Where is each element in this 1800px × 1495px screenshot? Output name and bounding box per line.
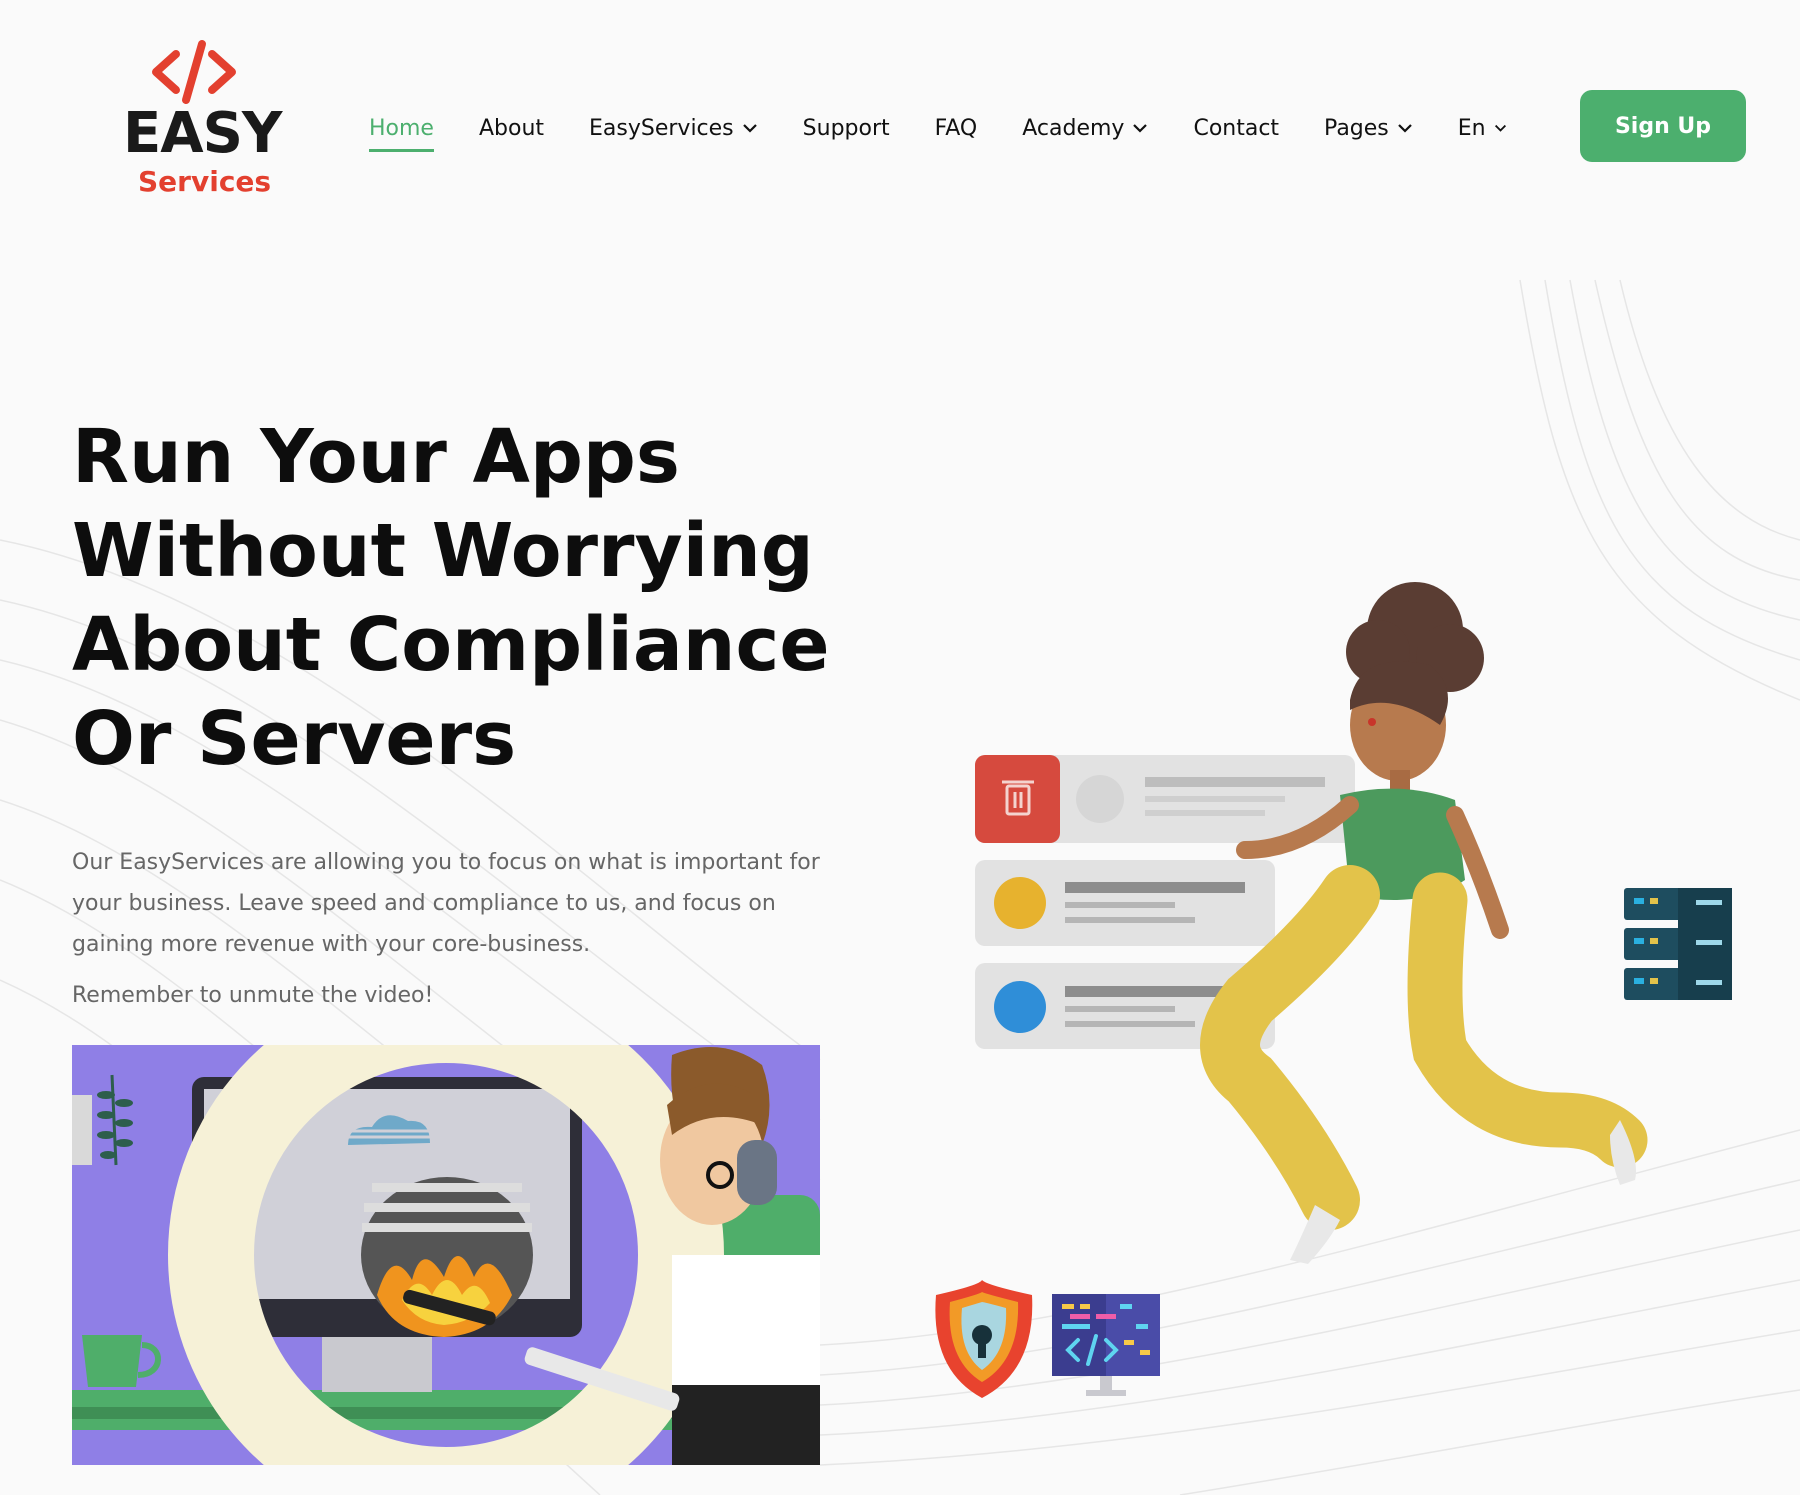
nav-item-language[interactable]: En [1458,108,1507,148]
nav-item-home[interactable]: Home [369,108,434,152]
hero-title-line: Or Servers [72,696,517,782]
hero-illustration [935,582,1732,1398]
hero-title: Run Your Apps Without Worrying About Com… [72,410,832,786]
chevron-down-icon [1133,124,1148,133]
nav-item-support[interactable]: Support [803,108,890,148]
list-card [975,860,1275,946]
nav-item-easyservices[interactable]: EasyServices [589,108,758,148]
nav-item-label: About [478,115,545,141]
chevron-down-icon [742,124,757,133]
hero-note: Remember to unmute the video! [72,983,434,1008]
nav-item-label: FAQ [934,115,978,141]
server-icon [1624,888,1732,1000]
nav-item-label: Support [802,115,890,141]
nav-item-faq[interactable]: FAQ [935,108,978,148]
chevron-down-icon [1494,124,1506,132]
video-frame-illustration [72,1045,820,1465]
logo-brand-sub: Services [138,165,272,198]
chevron-down-icon [1398,124,1412,133]
nav-item-label: Academy [1022,115,1125,141]
main-nav: Home About EasyServices Support FAQ Acad… [369,108,1552,152]
nav-item-label: Contact [1193,115,1280,141]
logo-brand-main: EASY [123,101,282,166]
hero-video[interactable] [72,1045,820,1465]
hero-description: Our EasyServices are allowing you to foc… [72,850,820,957]
nav-item-about[interactable]: About [479,108,544,148]
nav-item-label: EasyServices [589,115,734,141]
nav-item-contact[interactable]: Contact [1193,108,1279,148]
nav-item-label: Home [369,115,434,141]
shield-icon [935,1280,1033,1398]
site-logo[interactable]: EASY Services [120,38,282,203]
hero-title-line: About Compliance [72,602,830,688]
hero-title-line: Run Your Apps [72,414,680,500]
code-icon [152,40,236,104]
sign-up-button[interactable]: Sign Up [1580,90,1746,162]
site-header: EASY Services Home About EasyServices Su… [0,0,1800,240]
nav-item-academy[interactable]: Academy [1022,108,1148,148]
nav-item-pages[interactable]: Pages [1324,108,1413,148]
woman-character [1200,582,1648,1264]
nav-item-label: En [1457,115,1486,141]
hero-title-line: Without Worrying [72,508,814,594]
nav-item-label: Pages [1324,115,1389,141]
code-monitor-icon [1052,1294,1160,1396]
